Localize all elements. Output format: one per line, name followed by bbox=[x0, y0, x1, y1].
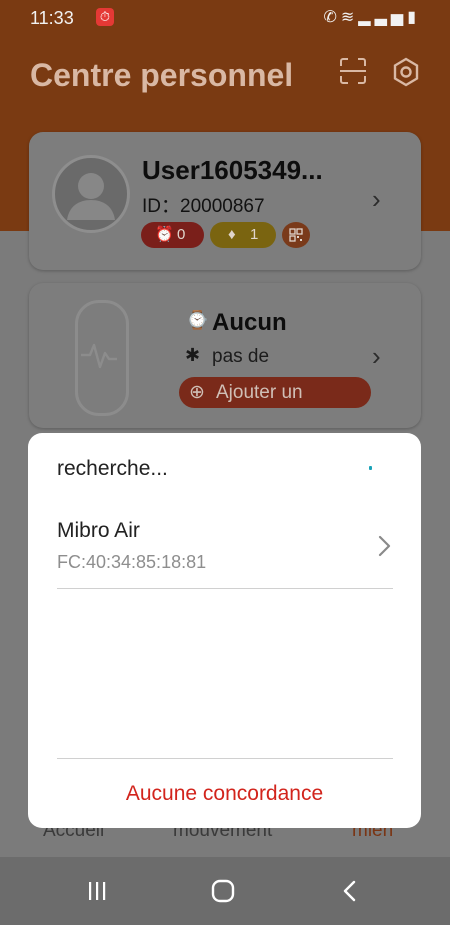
alarm-count: 0 bbox=[177, 226, 186, 243]
back-icon[interactable] bbox=[340, 880, 358, 902]
found-device-name: Mibro Air bbox=[57, 519, 140, 542]
recent-apps-icon[interactable] bbox=[86, 880, 108, 902]
qr-code-icon[interactable] bbox=[282, 222, 310, 248]
status-time: 11:33 bbox=[30, 8, 74, 28]
diamond-badge[interactable]: ♦ 1 bbox=[210, 222, 276, 248]
alarm-badge[interactable]: ⏰ 0 bbox=[141, 222, 204, 248]
device-chevron-right-icon: › bbox=[372, 341, 381, 371]
device-watch-small-icon: ⌚ bbox=[186, 310, 209, 330]
device-status: pas de bbox=[212, 346, 270, 367]
diamond-count: 1 bbox=[250, 226, 259, 243]
found-device-mac: FC:40:34:85:18:81 bbox=[57, 552, 207, 572]
alarm-icon: ⏰ bbox=[155, 226, 174, 243]
wifi-icon: ≋ bbox=[340, 9, 359, 26]
device-name: Aucun bbox=[212, 309, 287, 336]
page-title: Centre personnel bbox=[30, 57, 294, 93]
add-device-label: Ajouter un bbox=[216, 382, 303, 403]
bluetooth-icon: ✱ bbox=[185, 345, 201, 365]
loading-spinner-icon bbox=[369, 466, 372, 470]
status-bar: 11:33 ⏱ ✆≋▂▃▅▮ bbox=[0, 0, 450, 36]
plus-circle-icon: ⊕ bbox=[189, 382, 205, 403]
scan-icon[interactable] bbox=[339, 57, 367, 85]
avatar bbox=[52, 155, 130, 233]
diamond-icon: ♦ bbox=[228, 226, 236, 243]
gear-icon[interactable] bbox=[391, 57, 421, 87]
wifi-call-icon: ✆ bbox=[323, 9, 341, 26]
device-search-dialog bbox=[28, 433, 421, 828]
list-item[interactable] bbox=[28, 505, 421, 588]
username: User1605349... bbox=[142, 155, 323, 185]
user-id: ID：20000867 bbox=[142, 196, 265, 217]
status-icons: ✆≋▂▃▅▮ bbox=[323, 7, 420, 27]
watch-icon bbox=[75, 300, 129, 416]
chevron-right-icon bbox=[378, 535, 391, 557]
battery-icon: ▮ bbox=[407, 9, 420, 26]
alarm-app-icon: ⏱ bbox=[96, 8, 114, 26]
user-avatar-icon bbox=[67, 173, 115, 220]
home-icon[interactable] bbox=[211, 879, 235, 903]
divider bbox=[57, 588, 393, 589]
dialog-title: recherche... bbox=[57, 457, 168, 480]
profile-chevron-right-icon: › bbox=[372, 184, 381, 214]
add-device-button[interactable]: ⊕ Ajouter un bbox=[179, 377, 371, 408]
divider bbox=[57, 758, 393, 759]
signal-icon: ▂▃▅ bbox=[358, 9, 408, 26]
no-match-button[interactable]: Aucune concordance bbox=[28, 782, 421, 806]
